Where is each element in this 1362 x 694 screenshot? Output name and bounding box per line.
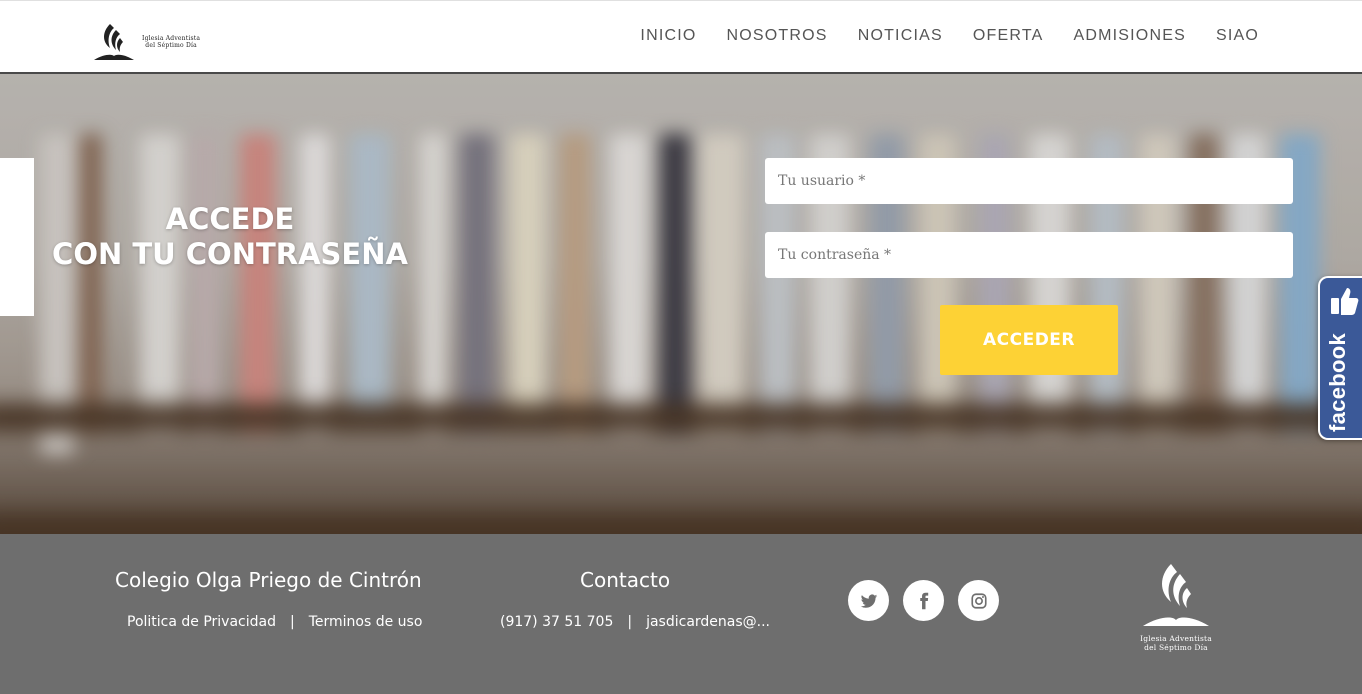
left-accent-bar	[0, 158, 34, 316]
site-footer: Colegio Olga Priego de Cintrón Politica …	[0, 534, 1362, 694]
hero-overlay	[0, 74, 1362, 534]
footer-church-logo[interactable]: Iglesia Adventista del Séptimo Día	[1128, 560, 1224, 660]
login-heading-line2: CON TU CONTRASEÑA	[52, 237, 408, 271]
site-header: Iglesia Adventista del Séptimo Día INICI…	[0, 0, 1362, 74]
contact-separator: |	[627, 614, 633, 630]
church-logo[interactable]: Iglesia Adventista del Séptimo Día	[90, 19, 210, 65]
logo-text-line1: Iglesia Adventista	[142, 35, 201, 42]
nav-oferta[interactable]: OFERTA	[973, 27, 1044, 45]
contact-title: Contacto	[580, 568, 671, 592]
nav-inicio[interactable]: INICIO	[640, 27, 696, 45]
social-links	[848, 580, 999, 621]
nav-noticias[interactable]: NOTICIAS	[858, 27, 943, 45]
instagram-icon	[970, 592, 987, 609]
login-heading: ACCEDE CON TU CONTRASEÑA	[40, 202, 420, 272]
login-submit-button[interactable]: ACCEDER	[940, 305, 1118, 375]
footer-logo-text: Iglesia Adventista del Séptimo Día	[1128, 634, 1224, 652]
adventist-flame-icon	[1143, 564, 1209, 626]
footer-logo-text-line2: del Séptimo Día	[1144, 643, 1208, 652]
twitter-icon	[860, 593, 877, 608]
legal-links: Politica de Privacidad | Terminos de uso	[127, 614, 422, 630]
privacy-link[interactable]: Politica de Privacidad	[127, 614, 276, 630]
username-input[interactable]	[765, 158, 1293, 204]
adventist-flame-icon	[94, 24, 134, 60]
contact-info: (917) 37 51 705 | jasdicardenas@...	[500, 614, 770, 630]
phone-link[interactable]: (917) 37 51 705	[500, 614, 613, 630]
nav-nosotros[interactable]: NOSOTROS	[727, 27, 828, 45]
school-name: Colegio Olga Priego de Cintrón	[115, 568, 422, 592]
password-input[interactable]	[765, 232, 1293, 278]
main-nav: INICIO NOSOTROS NOTICIAS OFERTA ADMISION…	[640, 27, 1259, 45]
link-separator: |	[290, 614, 295, 630]
thumbs-up-icon	[1331, 288, 1359, 315]
nav-admisiones[interactable]: ADMISIONES	[1073, 27, 1185, 45]
nav-siao[interactable]: SIAO	[1216, 27, 1259, 45]
footer-logo-text-line1: Iglesia Adventista	[1140, 634, 1212, 643]
facebook-tab-label: facebook	[1325, 333, 1350, 432]
instagram-button[interactable]	[958, 580, 999, 621]
login-hero: ACCEDE CON TU CONTRASEÑA ACCEDER faceboo…	[0, 74, 1362, 534]
facebook-like-tab[interactable]: facebook	[1318, 276, 1362, 440]
facebook-icon	[919, 592, 928, 609]
logo-text-line2: del Séptimo Día	[145, 42, 197, 49]
login-heading-line1: ACCEDE	[165, 202, 295, 236]
logo-text: Iglesia Adventista del Séptimo Día	[142, 35, 200, 49]
twitter-button[interactable]	[848, 580, 889, 621]
email-link[interactable]: jasdicardenas@...	[646, 614, 770, 630]
terms-link[interactable]: Terminos de uso	[309, 614, 423, 630]
facebook-button[interactable]	[903, 580, 944, 621]
